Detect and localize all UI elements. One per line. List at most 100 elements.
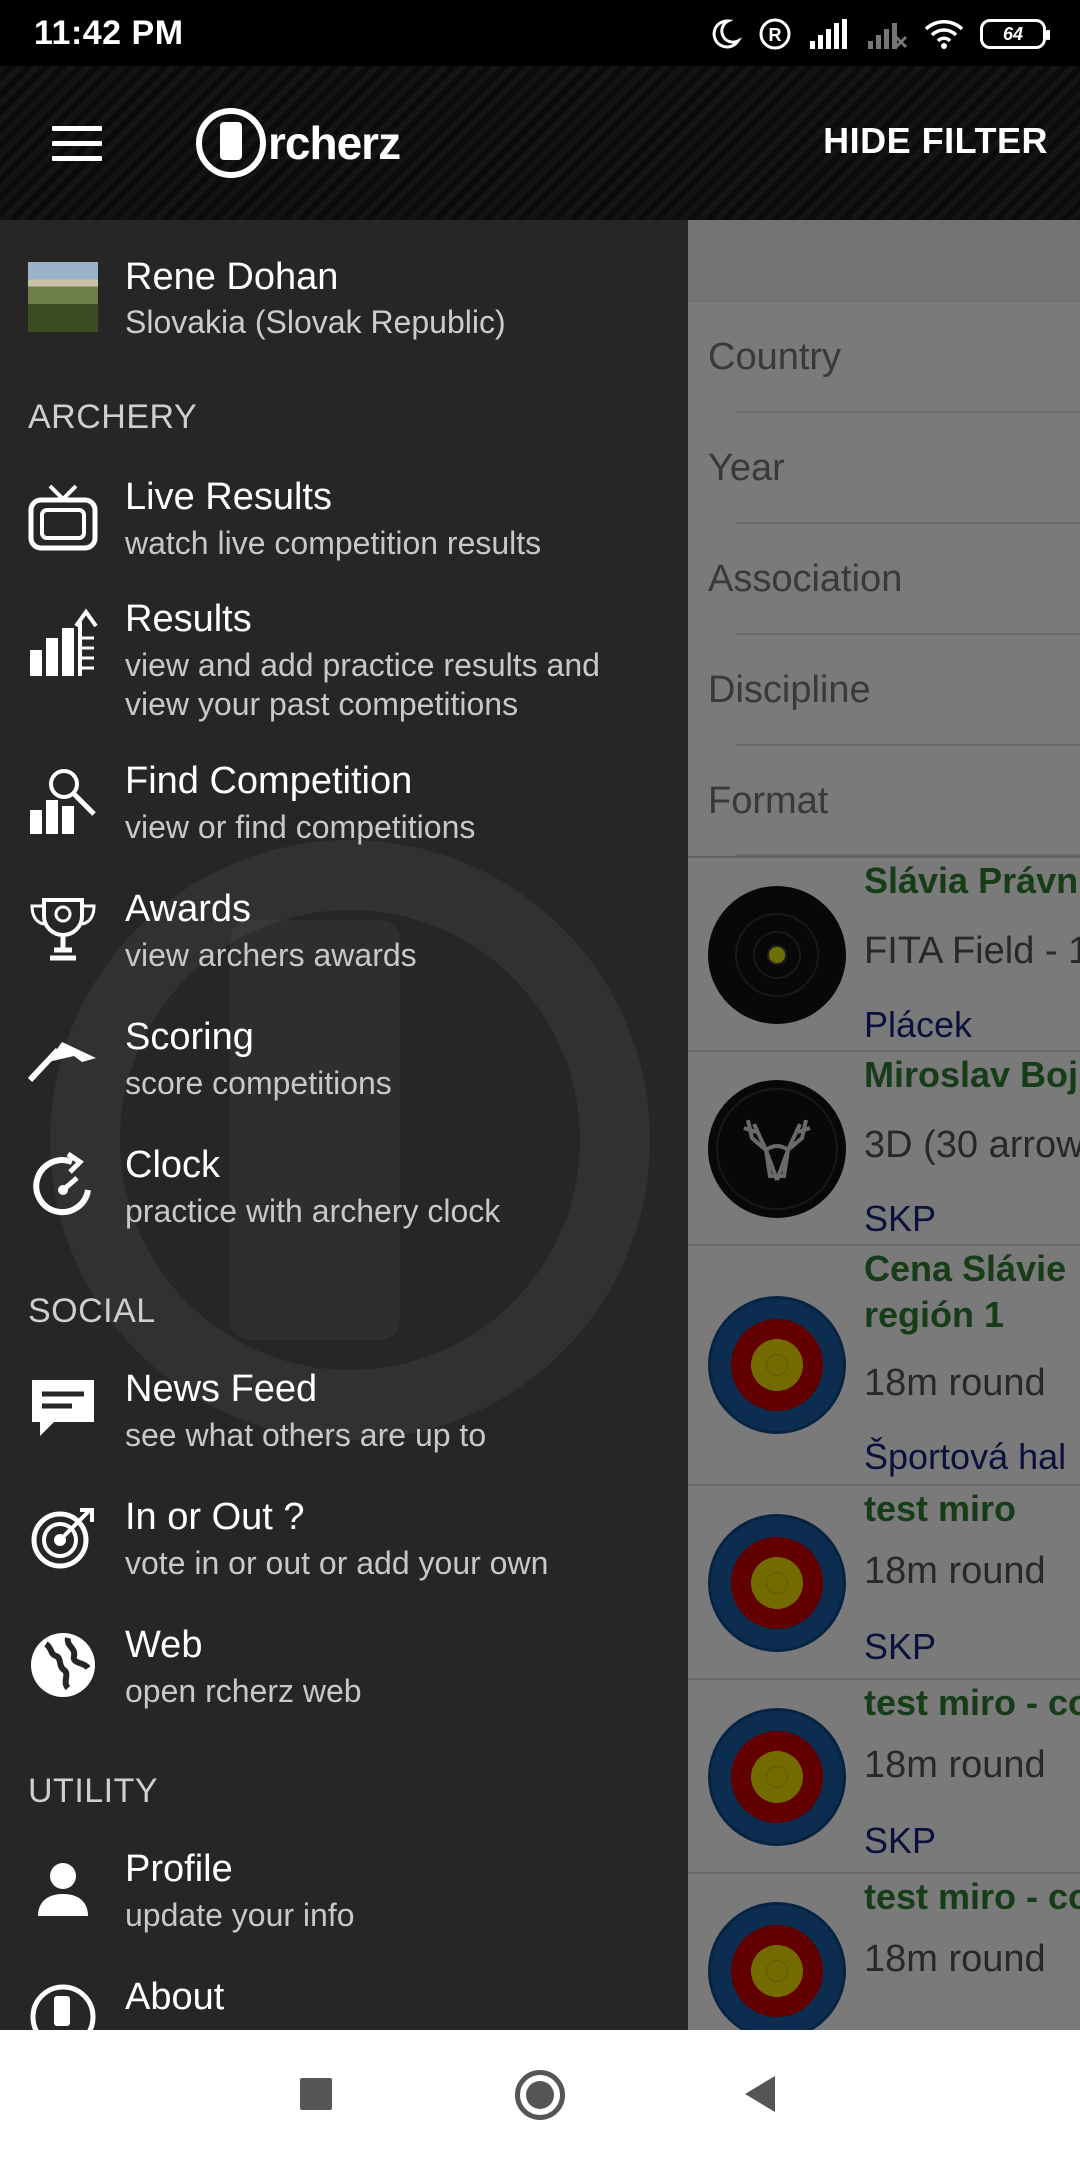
list-item[interactable]: Slávia Právn FITA Field - 1 Plácek bbox=[688, 858, 1080, 1052]
competition-content: Country Year Association Discipline Form… bbox=[688, 220, 1080, 2030]
drawer-item-label: Results bbox=[125, 598, 252, 640]
home-icon[interactable] bbox=[515, 2070, 565, 2120]
filter-association[interactable]: Association bbox=[688, 524, 1080, 635]
filter-format[interactable]: Format bbox=[688, 746, 1080, 856]
search-chart-icon bbox=[30, 769, 96, 834]
drawer-item-in-or-out[interactable]: In or Out ? vote in or out or add your o… bbox=[0, 1496, 688, 1606]
drawer-item-desc: vote in or out or add your own bbox=[125, 1545, 549, 1581]
drawer-item-label: Awards bbox=[125, 888, 252, 930]
drawer-item-label: Find Competition bbox=[125, 760, 413, 802]
filter-discipline[interactable]: Discipline bbox=[688, 635, 1080, 746]
target-face-icon bbox=[708, 886, 846, 1024]
status-icons: R 64 bbox=[708, 12, 1050, 56]
system-navigation-bar bbox=[0, 2030, 1080, 2160]
menu-icon[interactable] bbox=[52, 126, 102, 162]
drawer-item-profile[interactable]: Profile update your info bbox=[0, 1848, 688, 1958]
drawer-item-label: Web bbox=[125, 1624, 203, 1666]
navigation-drawer: Rene Dohan Slovakia (Slovak Republic) AR… bbox=[0, 220, 688, 2030]
filter-panel: Country Year Association Discipline Form… bbox=[688, 302, 1080, 856]
competition-title: Miroslav Boj bbox=[864, 1054, 1079, 1095]
logo-icon bbox=[30, 1984, 96, 2030]
registered-icon: R bbox=[759, 18, 791, 50]
drawer-item-desc: view and add practice results and view y… bbox=[125, 647, 600, 722]
clock-icon bbox=[33, 1151, 91, 1216]
signal-no-sim-icon bbox=[868, 23, 908, 49]
competition-format: 18m round bbox=[864, 1938, 1046, 1980]
wifi-icon bbox=[924, 20, 964, 49]
arrow-up-icon bbox=[28, 1042, 96, 1083]
competition-location: SKP bbox=[864, 1198, 937, 1239]
user-name: Rene Dohan bbox=[125, 256, 339, 298]
drawer-item-live-results[interactable]: Live Results watch live competition resu… bbox=[0, 476, 688, 586]
competition-format: 3D (30 arrow bbox=[864, 1124, 1080, 1166]
status-bar: 11:42 PM R 64 bbox=[0, 0, 1080, 66]
target-face-icon bbox=[708, 1514, 846, 1652]
target-face-icon bbox=[708, 1708, 846, 1846]
drawer-item-desc: practice with archery clock bbox=[125, 1193, 501, 1229]
section-utility: UTILITY bbox=[28, 1772, 159, 1810]
drawer-item-desc: see what others are up to bbox=[125, 1417, 487, 1453]
list-item[interactable]: test miro - co 18m round bbox=[688, 1874, 1080, 2030]
drawer-item-label: News Feed bbox=[125, 1368, 318, 1410]
competition-list: Slávia Právn FITA Field - 1 Plácek Miros… bbox=[688, 856, 1080, 2030]
avatar bbox=[28, 262, 98, 332]
battery-icon: 64 bbox=[980, 19, 1050, 49]
drawer-item-results[interactable]: Results view and add practice results an… bbox=[0, 598, 688, 728]
rcherz-logo: rcherz bbox=[196, 104, 401, 182]
drawer-item-about[interactable]: About bbox=[0, 1976, 688, 2030]
user-country: Slovakia (Slovak Republic) bbox=[125, 304, 506, 340]
drawer-user-header[interactable]: Rene Dohan Slovakia (Slovak Republic) bbox=[28, 256, 668, 346]
drawer-item-web[interactable]: Web open rcherz web bbox=[0, 1624, 688, 1734]
back-icon[interactable] bbox=[745, 2076, 775, 2112]
competition-title: test miro bbox=[864, 1488, 1017, 1529]
competition-format: FITA Field - 1 bbox=[864, 930, 1080, 972]
tv-icon bbox=[28, 484, 98, 551]
drawer-item-desc: update your info bbox=[125, 1897, 355, 1933]
bar-chart-icon bbox=[30, 608, 98, 676]
drawer-item-label: Profile bbox=[125, 1848, 233, 1890]
target-face-icon bbox=[708, 1902, 846, 2030]
drawer-item-desc: watch live competition results bbox=[125, 525, 542, 561]
competition-title: test miro - co bbox=[864, 1876, 1080, 1917]
drawer-item-label: Live Results bbox=[125, 476, 332, 518]
target-face-icon bbox=[708, 1296, 846, 1434]
competition-title: Slávia Právn bbox=[864, 860, 1079, 901]
person-icon bbox=[38, 1863, 88, 1916]
competition-location: SKP bbox=[864, 1626, 937, 1667]
competition-title-line2: región 1 bbox=[864, 1294, 1005, 1335]
list-item[interactable]: Cena Slávie región 1 18m round Športová … bbox=[688, 1246, 1080, 1486]
competition-title: test miro - co bbox=[864, 1682, 1080, 1723]
logo-wordmark: rcherz bbox=[268, 117, 401, 169]
competition-title: Cena Slávie bbox=[864, 1248, 1067, 1289]
drawer-item-clock[interactable]: Clock practice with archery clock bbox=[0, 1144, 688, 1254]
chat-icon bbox=[32, 1380, 94, 1436]
filter-year[interactable]: Year bbox=[688, 413, 1080, 524]
list-item[interactable]: Miroslav Boj 3D (30 arrow SKP bbox=[688, 1052, 1080, 1246]
drawer-item-news-feed[interactable]: News Feed see what others are up to bbox=[0, 1368, 688, 1478]
drawer-item-scoring[interactable]: Scoring score competitions bbox=[0, 1016, 688, 1126]
drawer-item-label: About bbox=[125, 1976, 225, 2018]
logo-icon bbox=[196, 108, 266, 178]
deer-target-icon bbox=[708, 1080, 846, 1218]
list-item[interactable]: test miro - co 18m round SKP bbox=[688, 1680, 1080, 1874]
svg-text:R: R bbox=[769, 25, 782, 45]
competition-format: 18m round bbox=[864, 1550, 1046, 1592]
drawer-item-find-competition[interactable]: Find Competition view or find competitio… bbox=[0, 760, 688, 870]
competition-location: Plácek bbox=[864, 1004, 973, 1045]
filter-country[interactable]: Country bbox=[688, 302, 1080, 413]
drawer-item-desc: open rcherz web bbox=[125, 1673, 362, 1709]
list-item[interactable]: test miro 18m round SKP bbox=[688, 1486, 1080, 1680]
signal-icon bbox=[810, 19, 847, 49]
drawer-item-awards[interactable]: Awards view archers awards bbox=[0, 888, 688, 998]
drawer-item-label: In or Out ? bbox=[125, 1496, 305, 1538]
filter-search-bar[interactable] bbox=[688, 220, 1080, 302]
globe-icon bbox=[31, 1633, 95, 1697]
drawer-item-label: Clock bbox=[125, 1144, 221, 1186]
section-archery: ARCHERY bbox=[28, 398, 198, 436]
target-icon bbox=[31, 1508, 94, 1569]
competition-location: SKP bbox=[864, 1820, 937, 1861]
trophy-icon bbox=[30, 898, 96, 961]
hide-filter-button[interactable]: HIDE FILTER bbox=[823, 120, 1048, 162]
drawer-item-desc: view archers awards bbox=[125, 937, 417, 973]
recents-icon[interactable] bbox=[300, 2078, 332, 2110]
